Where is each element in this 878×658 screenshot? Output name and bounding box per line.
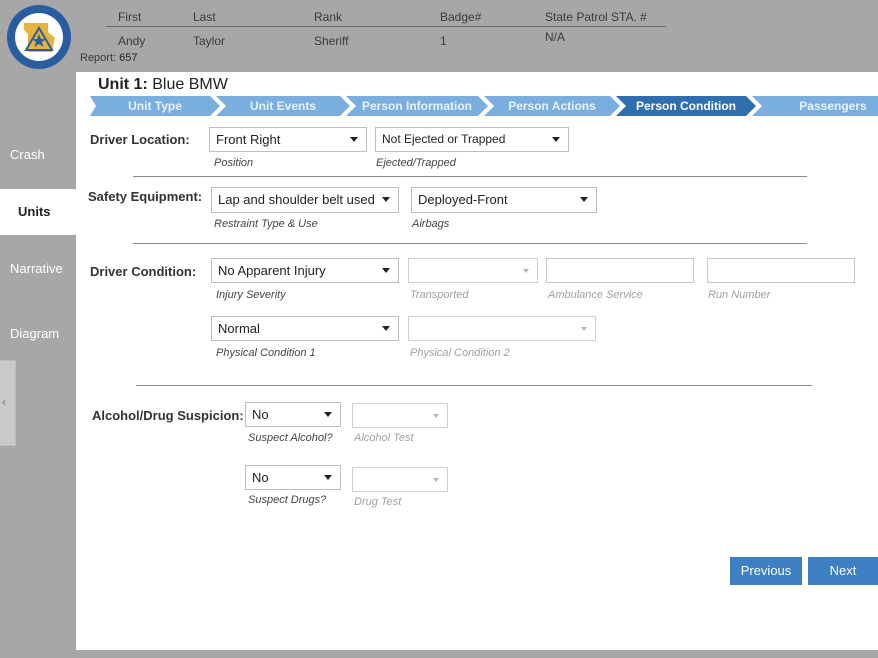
sidebar-item-narrative[interactable]: Narrative <box>0 261 76 281</box>
tab-person-actions[interactable]: Person Actions <box>484 96 620 116</box>
physical-condition-2-select[interactable] <box>408 316 596 341</box>
suspect-alcohol-value: No <box>252 407 269 422</box>
crash-report-app: First Last Rank Badge# State Patrol STA.… <box>0 0 878 658</box>
sidebar-collapse-handle[interactable]: ‹ <box>0 360 16 446</box>
airbags-caption: Airbags <box>412 218 450 230</box>
driver-location-label: Driver Location: <box>90 132 190 147</box>
ejected-trapped-caption: Ejected/Trapped <box>376 157 456 169</box>
airbags-select[interactable]: Deployed-Front <box>411 187 597 213</box>
tab-label: Person Information <box>361 99 472 113</box>
transported-select[interactable] <box>408 258 538 283</box>
suspect-drugs-select[interactable]: No <box>245 465 341 490</box>
injury-severity-select[interactable]: No Apparent Injury <box>211 258 399 283</box>
dropdown-arrow-icon <box>324 475 332 480</box>
airbags-value: Deployed-Front <box>418 192 508 207</box>
tab-unit-type[interactable]: Unit Type <box>90 96 220 116</box>
dropdown-arrow-icon <box>552 137 560 142</box>
ejected-trapped-value: Not Ejected or Trapped <box>382 132 506 146</box>
position-value: Front Right <box>216 132 281 147</box>
chevron-left-icon: ‹ <box>2 395 6 409</box>
section-divider <box>133 176 807 177</box>
driver-condition-label: Driver Condition: <box>90 264 197 279</box>
restraint-select[interactable]: Lap and shoulder belt used <box>211 187 399 213</box>
section-divider <box>133 243 807 244</box>
suspect-alcohol-select[interactable]: No <box>245 402 341 427</box>
suspect-alcohol-caption: Suspect Alcohol? <box>248 432 333 444</box>
bottom-bar <box>0 650 878 658</box>
suspect-drugs-caption: Suspect Drugs? <box>248 494 327 506</box>
badge-value: 1 <box>440 34 447 48</box>
unit-label: Unit 1: <box>98 76 148 93</box>
previous-button[interactable]: Previous <box>730 557 802 585</box>
unit-title: Unit 1: Blue BMW <box>98 76 228 94</box>
patrol-station-value: N/A <box>545 30 566 44</box>
dropdown-arrow-icon <box>382 197 390 202</box>
section-divider <box>136 385 812 386</box>
dropdown-arrow-icon <box>581 327 587 331</box>
dropdown-arrow-icon <box>580 197 588 202</box>
tab-passengers[interactable]: Passengers <box>752 96 878 116</box>
alcohol-test-select[interactable] <box>352 403 448 428</box>
physical-condition-2-caption: Physical Condition 2 <box>410 347 510 359</box>
sidebar-item-crash[interactable]: Crash <box>0 147 76 167</box>
rank-value: Sheriff <box>314 34 349 48</box>
next-button[interactable]: Next <box>808 557 878 585</box>
sidebar-item-units[interactable]: Units <box>0 189 76 235</box>
injury-severity-value: No Apparent Injury <box>218 263 326 278</box>
dropdown-arrow-icon <box>433 478 439 482</box>
suspect-drugs-value: No <box>252 470 269 485</box>
unit-name: Blue BMW <box>152 76 228 93</box>
drug-test-caption: Drug Test <box>354 496 402 508</box>
restraint-value: Lap and shoulder belt used <box>218 192 375 207</box>
dropdown-arrow-icon <box>324 412 332 417</box>
tab-label: Passengers <box>799 99 867 113</box>
dropdown-arrow-icon <box>382 268 390 273</box>
drug-test-select[interactable] <box>352 467 448 492</box>
header-divider <box>106 26 666 27</box>
restraint-caption: Restraint Type & Use <box>214 218 318 230</box>
position-caption: Position <box>214 157 254 169</box>
first-name-value: Andy <box>118 34 146 48</box>
tab-unit-events[interactable]: Unit Events <box>216 96 350 116</box>
report-number-value: 657 <box>119 52 138 64</box>
physical-condition-1-caption: Physical Condition 1 <box>216 347 316 359</box>
dropdown-arrow-icon <box>350 137 358 142</box>
dropdown-arrow-icon <box>523 269 529 273</box>
ambulance-service-input[interactable] <box>546 258 694 283</box>
physical-condition-1-select[interactable]: Normal <box>211 316 399 341</box>
alcohol-test-caption: Alcohol Test <box>354 432 414 444</box>
injury-severity-caption: Injury Severity <box>216 289 286 301</box>
tab-label: Person Condition <box>636 99 736 113</box>
tab-label: Person Actions <box>508 99 596 113</box>
safety-equipment-label: Safety Equipment: <box>88 189 203 204</box>
run-number-caption: Run Number <box>708 289 771 301</box>
transported-caption: Transported <box>410 289 469 301</box>
badge-heading: Badge# <box>440 10 482 24</box>
sidebar-item-diagram[interactable]: Diagram <box>0 326 76 346</box>
tab-person-condition[interactable]: Person Condition <box>616 96 756 116</box>
last-name-value: Taylor <box>193 34 226 48</box>
ambulance-service-caption: Ambulance Service <box>548 289 643 301</box>
alcohol-drug-suspicion-label: Alcohol/Drug Suspicion: <box>92 408 244 423</box>
position-select[interactable]: Front Right <box>209 127 367 152</box>
step-tabs: Unit Type Unit Events Person Information… <box>90 96 878 116</box>
dropdown-arrow-icon <box>382 326 390 331</box>
state-seal-logo <box>7 5 71 69</box>
tab-label: Unit Events <box>249 99 316 113</box>
first-name-heading: First <box>118 10 142 24</box>
last-name-heading: Last <box>193 10 216 24</box>
report-number: Report: 657 <box>80 52 138 64</box>
report-label: Report: <box>80 52 117 64</box>
dropdown-arrow-icon <box>433 414 439 418</box>
physical-condition-1-value: Normal <box>218 321 260 336</box>
patrol-station-heading: State Patrol STA. # <box>545 10 647 24</box>
tab-label: Unit Type <box>128 99 182 113</box>
tab-person-information[interactable]: Person Information <box>346 96 488 116</box>
officer-header: First Last Rank Badge# State Patrol STA.… <box>0 0 878 72</box>
run-number-input[interactable] <box>707 258 855 283</box>
ejected-trapped-select[interactable]: Not Ejected or Trapped <box>375 127 569 152</box>
rank-heading: Rank <box>314 10 343 24</box>
